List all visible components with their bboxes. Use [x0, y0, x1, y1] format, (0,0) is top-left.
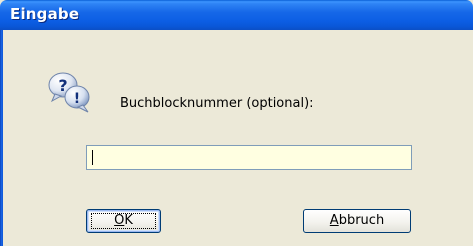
ok-mnemonic: O — [114, 213, 125, 228]
window-frame-left — [0, 30, 3, 246]
cancel-mnemonic: A — [329, 213, 339, 228]
prompt-label: Buchblocknummer (optional): — [120, 96, 314, 111]
cancel-label-rest: bbruch — [338, 213, 385, 228]
cancel-button[interactable]: Abbruch — [303, 209, 411, 233]
window-title: Eingabe — [10, 5, 80, 23]
ok-label-rest: K — [124, 213, 133, 228]
svg-text:!: ! — [74, 91, 80, 107]
question-exclamation-icon: ? ! — [48, 72, 90, 113]
ok-button[interactable]: OK — [86, 209, 161, 233]
text-input[interactable] — [86, 145, 412, 170]
input-dialog: Eingabe ? ! Buchblocknummer (optional): … — [0, 0, 473, 246]
title-bar[interactable]: Eingabe — [0, 0, 473, 30]
text-caret — [92, 150, 93, 165]
